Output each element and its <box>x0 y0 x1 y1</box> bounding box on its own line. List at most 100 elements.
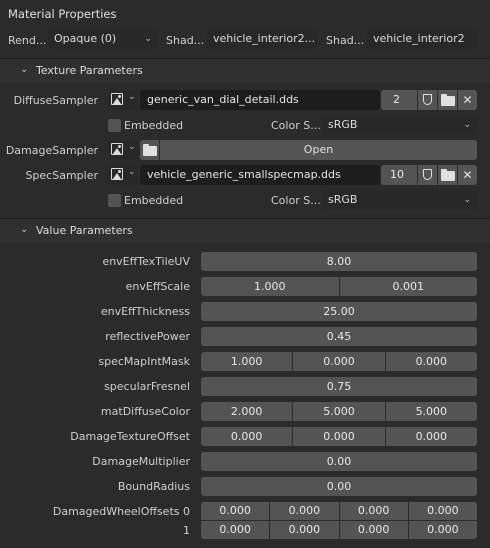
damage-folder-button[interactable] <box>140 140 159 160</box>
close-icon: ✕ <box>462 168 473 182</box>
spec-sampler-label: SpecSampler <box>25 169 98 182</box>
diffuse-file-name-field[interactable]: generic_van_dial_detail.dds <box>140 90 380 110</box>
chevron-down-icon: ⌄ <box>20 64 29 75</box>
value-param-label: envEffTexTileUV <box>102 255 190 268</box>
damage-open-label: Open <box>303 143 334 156</box>
spec-open-file-button[interactable] <box>438 165 457 185</box>
spec-file-name-field[interactable]: vehicle_generic_smallspecmap.dds <box>140 165 380 185</box>
chevron-down-icon: ⌄ <box>463 120 471 130</box>
diffuse-users-value: 2 <box>393 93 400 106</box>
spec-colorspace-value: sRGB <box>328 193 358 206</box>
chevron-down-icon: ⌄ <box>128 142 136 152</box>
diffuse-colorspace-value: sRGB <box>328 118 358 131</box>
value-param-field[interactable]: 0.000 <box>385 427 477 446</box>
spec-colorspace-label: Color S... <box>271 194 321 207</box>
shield-icon <box>423 94 432 105</box>
value-param-field[interactable]: 0.000 <box>293 427 385 446</box>
diffuse-unlink-button[interactable]: ✕ <box>458 90 477 110</box>
diffuse-image-browse-button[interactable]: ⌄ <box>108 90 138 110</box>
spec-embedded-checkbox[interactable] <box>108 194 121 207</box>
value-param-label: envEffThickness <box>100 305 190 318</box>
damaged-wheel-offsets-label: DamagedWheelOffsets 0 <box>52 505 190 518</box>
diffuse-embedded-label: Embedded <box>124 119 184 132</box>
wheel-offset-field[interactable]: 0.000 <box>339 502 408 520</box>
value-param-label: matDiffuseColor <box>100 405 190 418</box>
wheel-offset-field[interactable]: 0.000 <box>201 521 270 539</box>
value-param-field[interactable]: 25.00 <box>201 302 477 321</box>
value-param-field[interactable]: 5.000 <box>385 402 477 421</box>
shader2-field[interactable]: vehicle_interior2 <box>367 29 477 49</box>
value-param-label: reflectivePower <box>105 330 190 343</box>
diffuse-open-file-button[interactable] <box>438 90 457 110</box>
image-icon <box>111 93 123 105</box>
chevron-down-icon: ⌄ <box>144 34 152 44</box>
value-param-field[interactable]: 0.000 <box>385 352 477 371</box>
wheel-offset-field[interactable]: 0.000 <box>201 502 270 520</box>
value-param-field[interactable]: 2.000 <box>201 402 293 421</box>
spec-users-value: 10 <box>390 168 404 181</box>
shader1-value: vehicle_interior2... <box>213 32 316 45</box>
spec-unlink-button[interactable]: ✕ <box>458 165 477 185</box>
value-param-field[interactable]: 0.000 <box>293 352 385 371</box>
value-param-field[interactable]: 0.00 <box>201 477 477 496</box>
wheel-offset-field[interactable]: 0.000 <box>270 521 339 539</box>
damage-image-browse-button[interactable]: ⌄ <box>108 140 138 160</box>
folder-icon <box>441 94 455 106</box>
value-param-field[interactable]: 0.000 <box>201 427 293 446</box>
spec-image-browse-button[interactable]: ⌄ <box>108 165 138 185</box>
shader1-field[interactable]: vehicle_interior2... <box>207 29 317 49</box>
value-param-field[interactable]: 1.000 <box>201 352 293 371</box>
value-param-label: specMapIntMask <box>98 355 190 368</box>
folder-icon <box>441 169 455 181</box>
spec-file-name: vehicle_generic_smallspecmap.dds <box>147 168 341 181</box>
shader2-value: vehicle_interior2 <box>373 32 465 45</box>
render-mode-dropdown[interactable]: Opaque (0) ⌄ <box>48 29 158 49</box>
wheel-offset-field[interactable]: 0.000 <box>270 502 339 520</box>
spec-colorspace-dropdown[interactable]: sRGB ⌄ <box>322 190 477 210</box>
diffuse-embedded-checkbox[interactable] <box>108 119 121 132</box>
render-mode-value: Opaque (0) <box>54 32 117 45</box>
damaged-wheel-offsets-index-label: 1 <box>183 524 190 537</box>
spec-users-count[interactable]: 10 <box>381 165 417 185</box>
diffuse-fake-user-button[interactable] <box>418 90 437 110</box>
spec-fake-user-button[interactable] <box>418 165 437 185</box>
spec-embedded-label: Embedded <box>124 194 184 207</box>
texture-parameters-header[interactable]: ⌄ Texture Parameters <box>0 58 490 83</box>
value-param-label: DamageMultiplier <box>92 455 190 468</box>
diffuse-colorspace-dropdown[interactable]: sRGB ⌄ <box>322 115 477 135</box>
value-param-field[interactable]: 1.000 <box>201 277 339 296</box>
damage-open-button[interactable]: Open <box>160 140 477 160</box>
value-param-field[interactable]: 5.000 <box>293 402 385 421</box>
shader2-label: Shad... <box>326 34 365 47</box>
chevron-down-icon: ⌄ <box>463 195 471 205</box>
close-icon: ✕ <box>462 93 473 107</box>
value-param-field[interactable]: 0.00 <box>201 452 477 471</box>
value-parameters-title: Value Parameters <box>36 224 133 237</box>
value-param-label: specularFresnel <box>104 380 190 393</box>
image-icon <box>111 143 123 155</box>
folder-icon <box>143 144 157 156</box>
shield-icon <box>423 169 432 180</box>
damage-sampler-label: DamageSampler <box>5 144 98 157</box>
value-param-field[interactable]: 8.00 <box>201 252 477 271</box>
wheel-offset-field[interactable]: 0.000 <box>408 502 477 520</box>
chevron-down-icon: ⌄ <box>20 224 29 235</box>
wheel-offset-field[interactable]: 0.000 <box>339 521 408 539</box>
chevron-down-icon: ⌄ <box>128 167 136 177</box>
image-icon <box>111 168 123 180</box>
wheel-offset-field[interactable]: 0.000 <box>408 521 477 539</box>
value-param-label: BoundRadius <box>117 480 190 493</box>
chevron-down-icon: ⌄ <box>128 92 136 102</box>
panel-title: Material Properties <box>8 7 117 21</box>
texture-parameters-title: Texture Parameters <box>36 64 143 77</box>
diffuse-colorspace-label: Color S... <box>271 119 321 132</box>
diffuse-users-count[interactable]: 2 <box>381 90 417 110</box>
render-label: Rend... <box>8 34 47 47</box>
value-param-field[interactable]: 0.45 <box>201 327 477 346</box>
value-param-label: DamageTextureOffset <box>70 430 190 443</box>
value-parameters-header[interactable]: ⌄ Value Parameters <box>0 218 490 243</box>
value-param-field[interactable]: 0.001 <box>339 277 477 296</box>
value-param-field[interactable]: 0.75 <box>201 377 477 396</box>
diffuse-file-name: generic_van_dial_detail.dds <box>147 93 299 106</box>
diffuse-sampler-label: DiffuseSampler <box>13 94 98 107</box>
